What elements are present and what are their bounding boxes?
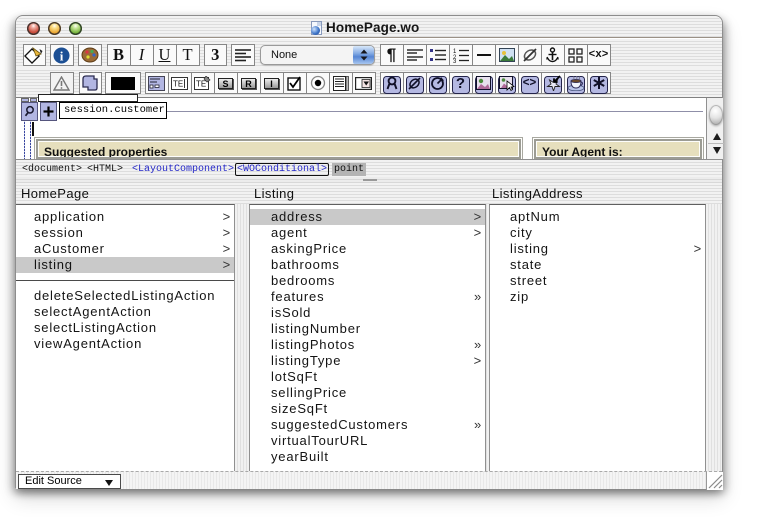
svg-text:TE: TE	[173, 79, 183, 88]
svg-text:i: i	[60, 48, 64, 63]
svg-text:3: 3	[453, 59, 457, 63]
svg-text:TE: TE	[196, 79, 206, 88]
